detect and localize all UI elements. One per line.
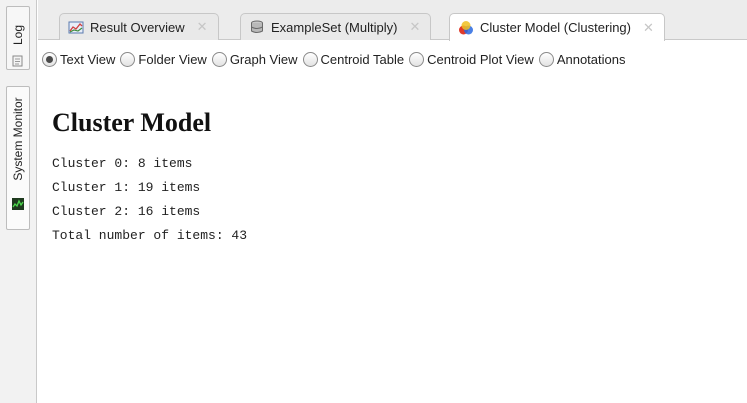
- close-icon[interactable]: ✕: [409, 19, 420, 35]
- tab-label: Result Overview: [90, 19, 185, 35]
- radio-text-view[interactable]: Text View: [42, 51, 116, 67]
- tab-exampleset-multiply[interactable]: ExampleSet (Multiply) ✕: [240, 13, 432, 40]
- radio-button[interactable]: [538, 51, 554, 67]
- cluster-line: Cluster 1: 19 items: [52, 180, 201, 195]
- side-panel: Log System Monitor: [0, 0, 37, 403]
- radio-graph-view[interactable]: Graph View: [211, 51, 298, 67]
- radio-label: Annotations: [556, 51, 626, 67]
- tab-cluster-model[interactable]: Cluster Model (Clustering) ✕: [449, 13, 665, 41]
- radio-button[interactable]: [302, 51, 318, 67]
- log-tab-label: Log: [11, 24, 25, 46]
- system-monitor-icon: [12, 198, 24, 210]
- system-monitor-tab[interactable]: System Monitor: [6, 86, 30, 230]
- radio-button[interactable]: [409, 51, 425, 67]
- page-title: Cluster Model: [52, 108, 212, 137]
- tab-result-overview[interactable]: Result Overview ✕: [59, 13, 219, 40]
- cluster-model-icon: [459, 20, 473, 34]
- system-monitor-tab-label: System Monitor: [11, 97, 25, 181]
- close-icon[interactable]: ✕: [643, 20, 654, 36]
- cluster-line: Cluster 0: 8 items: [52, 156, 193, 171]
- close-icon[interactable]: ✕: [197, 19, 208, 35]
- cluster-summary: Cluster 0: 8 items Cluster 1: 19 items C…: [52, 152, 247, 248]
- log-icon: [12, 55, 23, 67]
- radio-label: Folder View: [138, 51, 207, 67]
- tab-label: ExampleSet (Multiply): [271, 19, 398, 35]
- radio-label: Graph View: [229, 51, 298, 67]
- radio-button[interactable]: [120, 51, 136, 67]
- cluster-model-text-view: Cluster Model Cluster 0: 8 items Cluster…: [52, 108, 247, 248]
- radio-button[interactable]: [211, 51, 227, 67]
- radio-label: Centroid Plot View: [427, 51, 534, 67]
- total-items-line: Total number of items: 43: [52, 228, 248, 243]
- tab-label: Cluster Model (Clustering): [480, 20, 631, 35]
- radio-folder-view[interactable]: Folder View: [120, 51, 207, 67]
- view-selector: Text View Folder View Graph View Centroi…: [38, 48, 747, 70]
- radio-centroid-plot-view[interactable]: Centroid Plot View: [409, 51, 534, 67]
- log-tab[interactable]: Log: [6, 6, 30, 70]
- radio-button-selected[interactable]: [42, 51, 57, 67]
- cluster-line: Cluster 2: 16 items: [52, 204, 201, 219]
- exampleset-icon: [251, 20, 263, 33]
- result-tab-bar: Result Overview ✕ ExampleSet (Multiply) …: [38, 0, 747, 41]
- result-overview-icon: [68, 21, 84, 34]
- radio-annotations[interactable]: Annotations: [538, 51, 626, 67]
- radio-label: Text View: [60, 51, 116, 67]
- radio-centroid-table[interactable]: Centroid Table: [302, 51, 405, 67]
- radio-label: Centroid Table: [320, 51, 405, 67]
